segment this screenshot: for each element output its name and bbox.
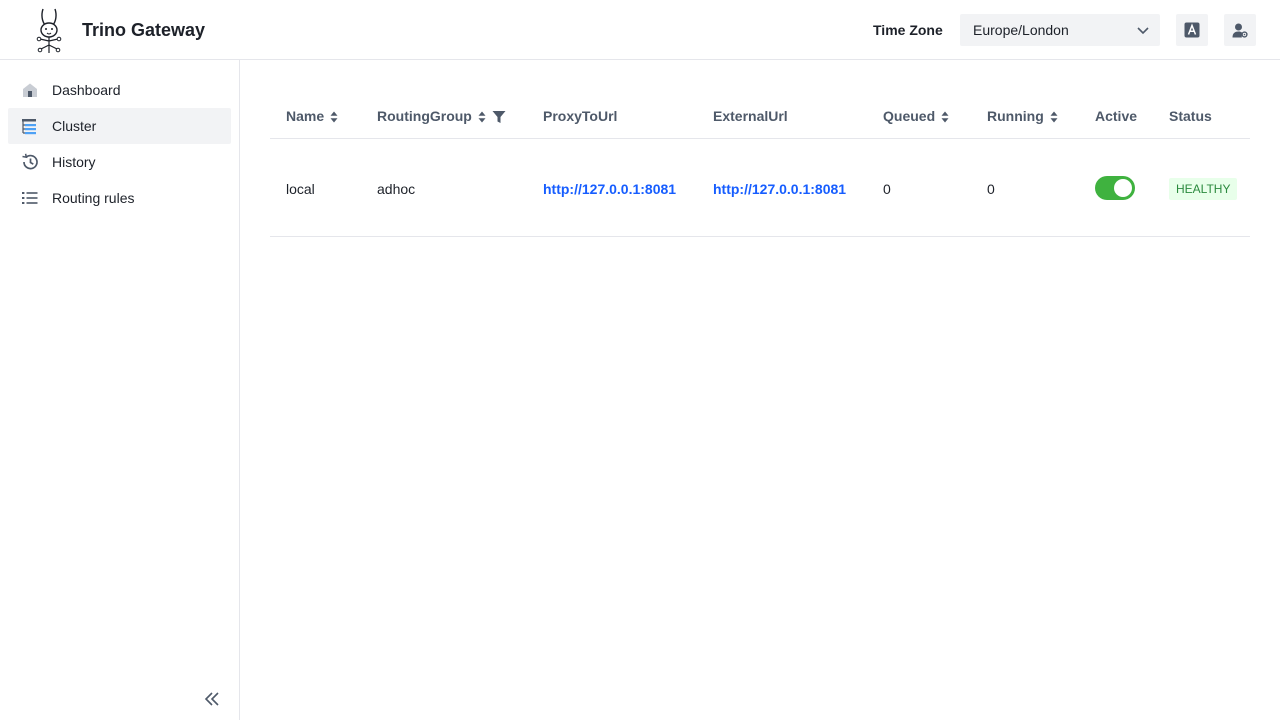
collapse-sidebar-icon[interactable] bbox=[203, 690, 221, 708]
sidebar-item-history[interactable]: History bbox=[8, 144, 231, 180]
sidebar: Dashboard Cluster History Routing rules bbox=[0, 60, 240, 720]
user-settings-button[interactable] bbox=[1224, 14, 1256, 46]
column-header-label: RoutingGroup bbox=[377, 108, 472, 124]
column-header-queued[interactable]: Queued bbox=[883, 107, 949, 125]
sidebar-item-label: Routing rules bbox=[52, 190, 135, 206]
proxy-to-url-link[interactable]: http://127.0.0.1:8081 bbox=[543, 180, 676, 198]
table-header: Name RoutingGroup ProxyToUrl ExternalUrl… bbox=[270, 95, 1250, 139]
main-content: Name RoutingGroup ProxyToUrl ExternalUrl… bbox=[240, 60, 1280, 720]
cell-running: 0 bbox=[987, 181, 995, 197]
chevron-down-icon bbox=[1137, 27, 1149, 35]
status-badge: HEALTHY bbox=[1169, 178, 1238, 200]
table-row: local adhoc http://127.0.0.1:8081 http:/… bbox=[270, 140, 1250, 237]
sidebar-item-label: Cluster bbox=[52, 118, 97, 134]
home-icon bbox=[23, 83, 37, 97]
trino-bunny-logo bbox=[36, 8, 62, 53]
timezone-value: Europe/London bbox=[973, 22, 1069, 38]
column-header-label: Queued bbox=[883, 108, 936, 124]
column-header-label: Running bbox=[987, 108, 1044, 124]
column-header-label: Name bbox=[286, 108, 325, 124]
column-header-name[interactable]: Name bbox=[286, 107, 338, 125]
sort-icon[interactable] bbox=[1050, 111, 1058, 123]
user-settings-icon bbox=[1232, 23, 1248, 38]
app-title: Trino Gateway bbox=[82, 20, 206, 40]
filter-icon[interactable] bbox=[492, 110, 506, 124]
column-header-running[interactable]: Running bbox=[987, 107, 1058, 125]
column-header-active: Active bbox=[1095, 108, 1138, 124]
sidebar-item-dashboard[interactable]: Dashboard bbox=[8, 72, 231, 108]
column-header-routing-group[interactable]: RoutingGroup bbox=[377, 107, 506, 125]
active-toggle[interactable] bbox=[1095, 176, 1135, 200]
cluster-icon bbox=[22, 119, 36, 135]
timezone-label: Time Zone bbox=[873, 22, 943, 38]
sort-icon[interactable] bbox=[478, 111, 486, 123]
cell-routing-group: adhoc bbox=[377, 181, 416, 197]
sidebar-item-cluster[interactable]: Cluster bbox=[8, 108, 231, 144]
cell-queued: 0 bbox=[883, 181, 891, 197]
timezone-select[interactable]: Europe/London bbox=[960, 14, 1160, 46]
column-header-proxy-to-url: ProxyToUrl bbox=[543, 108, 618, 124]
cell-name: local bbox=[286, 181, 315, 197]
history-icon bbox=[22, 153, 38, 170]
language-icon bbox=[1184, 22, 1200, 38]
sidebar-item-routing-rules[interactable]: Routing rules bbox=[8, 180, 231, 216]
external-url-link[interactable]: http://127.0.0.1:8081 bbox=[713, 180, 846, 198]
top-header: Trino Gateway Time Zone Europe/London bbox=[0, 0, 1280, 60]
toggle-knob bbox=[1114, 179, 1132, 197]
list-icon bbox=[22, 192, 38, 204]
column-header-status: Status bbox=[1169, 108, 1212, 124]
sort-icon[interactable] bbox=[330, 111, 338, 123]
column-header-external-url: ExternalUrl bbox=[713, 108, 788, 124]
sort-icon[interactable] bbox=[941, 111, 949, 123]
sidebar-item-label: Dashboard bbox=[52, 82, 121, 98]
sidebar-item-label: History bbox=[52, 154, 96, 170]
language-button[interactable] bbox=[1176, 14, 1208, 46]
